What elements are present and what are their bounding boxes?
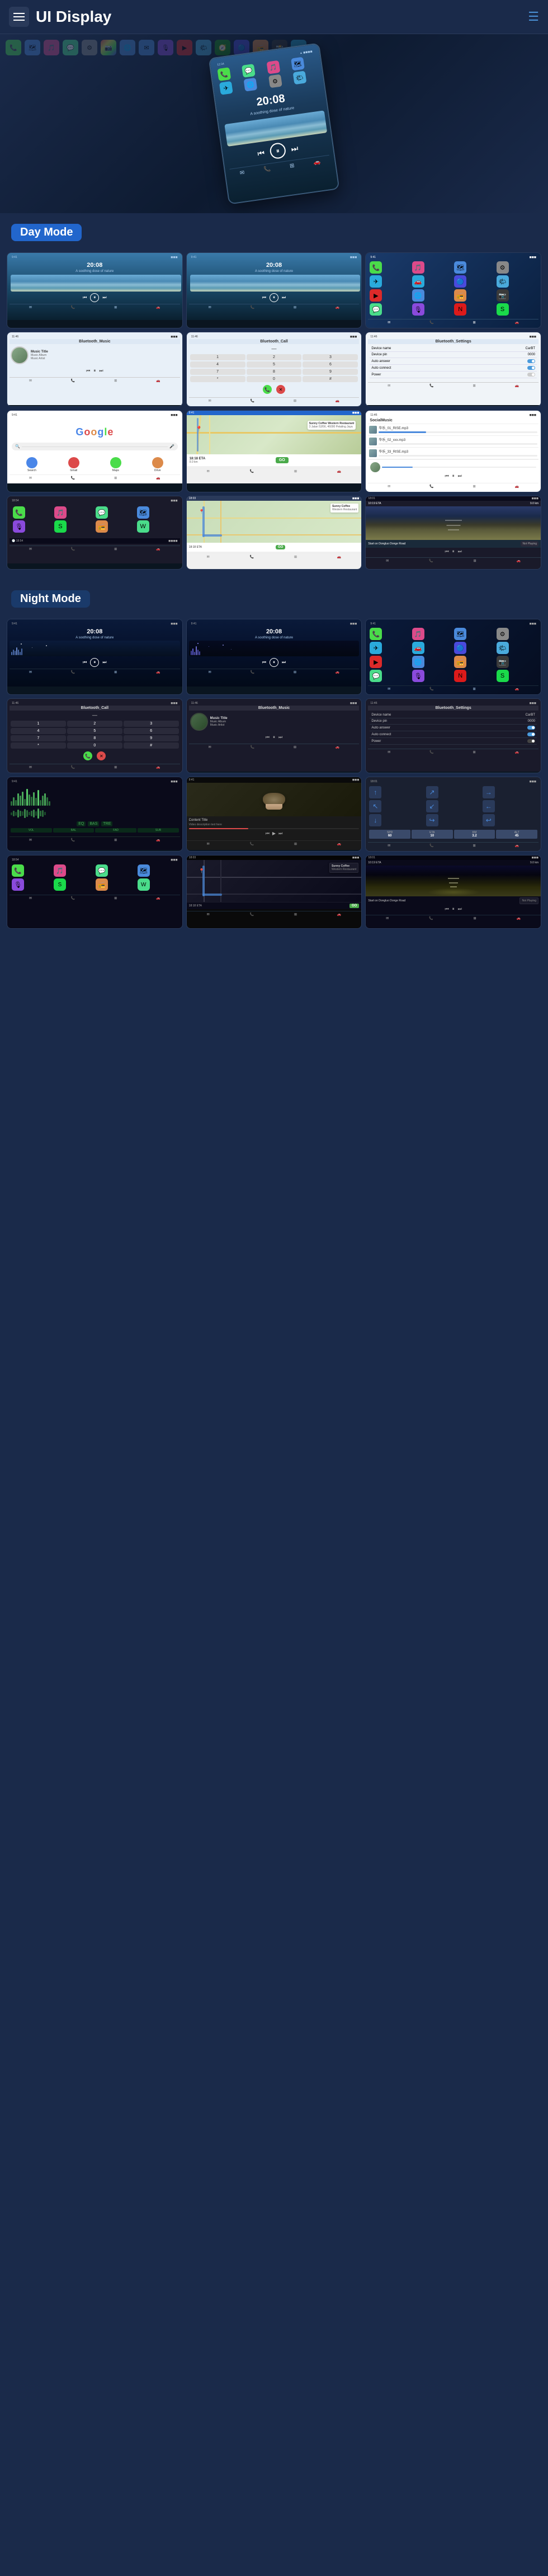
day-screenshots-grid: 9:41◼◼◼ 20:08 A soothing dose of nature … — [0, 248, 548, 577]
day-row-1: 9:41◼◼◼ 20:08 A soothing dose of nature … — [7, 252, 541, 328]
prev-button[interactable]: ⏮ — [257, 148, 265, 158]
night-row-2: 11:46◼◼◼ Bluetooth_Call — 1 2 3 4 5 6 7 … — [7, 698, 541, 773]
night-waveform-screen: 9:41◼◼◼ — [7, 777, 183, 852]
night-bt-call: 11:46◼◼◼ Bluetooth_Call — 1 2 3 4 5 6 7 … — [7, 698, 183, 773]
night-music-1: 9:41◼◼◼ 20:08 A soothing dose of nature — [7, 619, 183, 695]
night-nav-arrows: 18:01◼◼◼ ↑ ↗ → ↖ ↙ ← ↓ ↪ ↩ SPD — [365, 777, 541, 852]
auto-answer-toggle[interactable] — [527, 359, 535, 363]
go-button[interactable]: GO — [276, 457, 289, 463]
night-mode-badge: Night Mode — [11, 590, 90, 608]
page-title: UI Display — [36, 8, 111, 26]
night-carplay-apps: 18:54◼◼◼ 📞 🎵 💬 🗺 🎙 S 📻 W ✉ 📞 ⊞ 🚗 — [7, 855, 183, 929]
day-bt-call-screen: 11:46◼◼◼ Bluetooth_Call — 1 2 3 4 5 6 7 … — [186, 332, 362, 407]
play-ctrl-1[interactable]: ⏸ — [90, 293, 99, 302]
night-screenshots-grid: 9:41◼◼◼ 20:08 A soothing dose of nature — [0, 614, 548, 937]
night-row-1: 9:41◼◼◼ 20:08 A soothing dose of nature — [7, 619, 541, 695]
prev-ctrl-1[interactable]: ⏮ — [83, 295, 87, 300]
day-music-screen-1: 9:41◼◼◼ 20:08 A soothing dose of nature … — [7, 252, 183, 328]
night-driving-nav: 18:01◼◼◼ 10:19 ETA 9.0 km Start on Dongl… — [365, 855, 541, 929]
night-content-screen: 9:41◼◼◼ Content Title Video description … — [186, 777, 362, 852]
hero-device: 12:34 ▲ ◼◼◼◼ 📞 💬 🎵 🗺 ✈ 🌐 ⚙ 🌤 20:08 A soo… — [209, 43, 340, 204]
night-go-button[interactable]: GO — [349, 904, 359, 908]
night-row-4: 18:54◼◼◼ 📞 🎵 💬 🗺 🎙 S 📻 W ✉ 📞 ⊞ 🚗 — [7, 855, 541, 929]
music-time-1: 20:08 — [10, 262, 180, 269]
day-carplay-apps: 18:54◼◼◼ 📞 🎵 💬 🗺 🎙 S 📻 W 🕐 18:54 ◼◼◼◼ — [7, 496, 183, 570]
track-item-3[interactable]: 华乐_33_RISE.mp3 — [368, 448, 538, 459]
apps-icon[interactable]: ⊞ — [289, 163, 295, 170]
night-mode-section: Night Mode — [0, 577, 548, 614]
night-bt-music: 11:46◼◼◼ Bluetooth_Music Music Title Mus… — [186, 698, 362, 773]
day-google-screen: 9:41◼◼◼ Google 🔍 🎤 Search — [7, 410, 183, 492]
night-apps-screen: 9:41◼◼◼ 📞 🎵 🗺 ⚙ ✈ 🚗 🔵 🌤 ▶ 🌐 📻 📷 💬 🎙 — [365, 619, 541, 695]
nav-icon[interactable]: ☰ — [528, 10, 539, 24]
day-driving-nav: 18:01◼◼◼ 10:19 ETA 9.0 km Start on Dongl… — [365, 496, 541, 570]
email-icon[interactable]: ✉ — [239, 170, 245, 176]
bt-settings-title: Bluetooth_Settings — [368, 339, 538, 344]
menu-button[interactable] — [9, 7, 29, 27]
track-item-1[interactable]: 华乐_01_RISE.mp3 — [368, 424, 538, 436]
night-row-3: 9:41◼◼◼ — [7, 777, 541, 852]
night-music-2: 9:41◼◼◼ 20:08 A soothing dose of nature — [186, 619, 362, 695]
next-ctrl-1[interactable]: ⏭ — [102, 295, 106, 300]
night-auto-connect-toggle[interactable] — [527, 732, 535, 736]
power-toggle[interactable] — [527, 373, 535, 377]
day-mode-section: Day Mode — [0, 213, 548, 248]
day-mode-badge: Day Mode — [11, 224, 82, 241]
day-map-screen: 9:41◼◼◼ 📍 Sunny Coffee Western Restauran… — [186, 410, 362, 492]
header-left: UI Display — [9, 7, 111, 27]
day-social-screen: 11:46◼◼◼ SocialMusic 华乐_01_RISE.mp3 华乐_0… — [365, 410, 541, 492]
bt-music-title: Bluetooth_Music — [10, 339, 180, 344]
day-row-4: 18:54◼◼◼ 📞 🎵 💬 🗺 🎙 S 📻 W 🕐 18:54 ◼◼◼◼ — [7, 496, 541, 570]
day-routing-map: 18:03◼◼◼ 📍 Sunny Coffee Western Restaura… — [186, 496, 362, 570]
auto-connect-toggle[interactable] — [527, 366, 535, 370]
day-row-2: 11:46◼◼◼ Bluetooth_Music Music Title Mus… — [7, 332, 541, 407]
night-routing-map: 18:03◼◼◼ 📍 Sunny Coffee Western Restaura… — [186, 855, 362, 929]
track-item-2[interactable]: 华乐_02_xxx.mp3 — [368, 436, 538, 448]
next-button[interactable]: ⏭ — [290, 143, 299, 154]
app-header: UI Display ☰ — [0, 0, 548, 34]
day-apps-screen: 9:41◼◼◼ 📞 🎵 🗺 ⚙ ✈ 🚗 🔵 🌤 ▶ 🌐 📻 📷 💬 🎙 — [365, 252, 541, 328]
day-bt-settings-screen: 11:46◼◼◼ Bluetooth_Settings Device name … — [365, 332, 541, 407]
play-button[interactable]: ⏸ — [269, 142, 287, 160]
dial-icon[interactable]: 📞 — [263, 166, 271, 173]
day-row-3: 9:41◼◼◼ Google 🔍 🎤 Search — [7, 410, 541, 492]
night-power-toggle[interactable] — [527, 739, 535, 743]
day-music-screen-2: 9:41◼◼◼ 20:08 A soothing dose of nature … — [186, 252, 362, 328]
day-bt-music-screen: 11:46◼◼◼ Bluetooth_Music Music Title Mus… — [7, 332, 183, 407]
night-bt-settings: 11:46◼◼◼ Bluetooth_Settings Device name … — [365, 698, 541, 773]
hero-section: 📞 🗺 🎵 💬 ⚙ 📷 🌐 ✉ 🎙 ▶ 🌤 🧭 🔵 📻 📸 ✈ 12:34 ▲ … — [0, 34, 548, 213]
bt-call-title: Bluetooth_Call — [189, 339, 360, 344]
auto-icon[interactable]: 🚗 — [313, 159, 321, 166]
night-auto-answer-toggle[interactable] — [527, 726, 535, 730]
